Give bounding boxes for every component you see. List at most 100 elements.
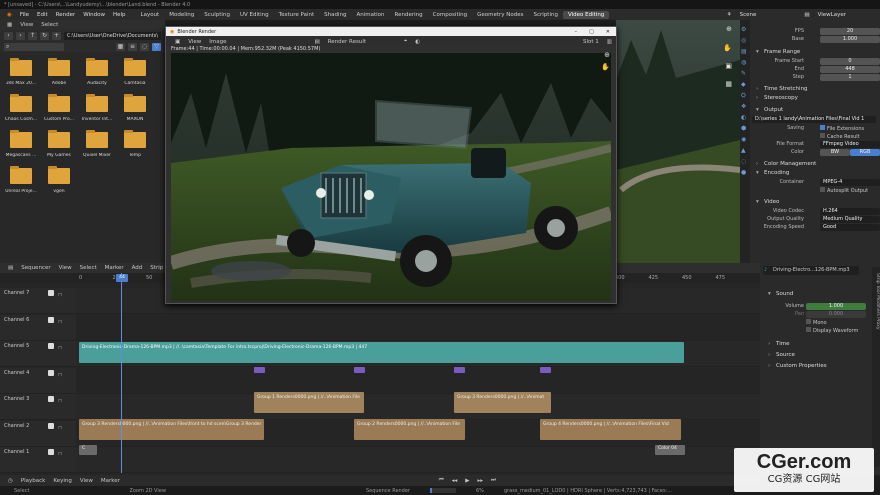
lock-icon[interactable]: ⊓ xyxy=(58,449,62,459)
encoding-speed-select[interactable]: Good xyxy=(820,224,880,231)
tab-scripting[interactable]: Scripting xyxy=(529,11,563,19)
time-stretching-section[interactable]: Time Stretching xyxy=(752,86,880,95)
meta-marker-strip[interactable] xyxy=(254,367,265,373)
playhead-line[interactable] xyxy=(121,273,122,473)
hand-pan-icon[interactable]: ✋ xyxy=(723,44,732,52)
jump-end-icon[interactable]: ⏭ xyxy=(487,477,500,484)
display-waveform-checkbox[interactable]: Display Waveform xyxy=(806,327,858,334)
tab-layout[interactable]: Layout xyxy=(136,11,165,19)
tab-texture-paint[interactable]: Texture Paint xyxy=(274,11,320,19)
channel-mute-checkbox[interactable] xyxy=(48,316,54,323)
scene-selector[interactable]: Scene xyxy=(736,12,761,18)
color-strip[interactable]: C xyxy=(79,445,97,455)
frame-start-field[interactable]: 0 xyxy=(820,58,880,65)
video-codec-select[interactable]: H.264 xyxy=(820,208,880,215)
prev-key-icon[interactable]: ◂◂ xyxy=(448,478,462,484)
refresh-icon[interactable]: ↻ xyxy=(40,31,49,40)
zoom-icon[interactable]: ⊕ xyxy=(726,25,732,33)
color-rgb-button[interactable]: RGB xyxy=(850,149,880,156)
channel-mute-checkbox[interactable] xyxy=(48,369,54,376)
channel-row[interactable]: Channel 1 ⊓ xyxy=(0,447,76,473)
sort-icon[interactable]: ≡ xyxy=(128,42,137,51)
back-icon[interactable]: ‹ xyxy=(4,31,13,40)
folder-item[interactable]: My Games xyxy=(40,130,78,158)
color-management-section[interactable]: Color Management xyxy=(752,161,880,170)
folder-item[interactable]: Audacity xyxy=(78,58,116,86)
pin-icon[interactable]: ⌖ xyxy=(400,38,411,45)
menu-window[interactable]: Window xyxy=(79,12,109,18)
menu-help[interactable]: Help xyxy=(109,12,130,18)
channel-mute-checkbox[interactable] xyxy=(48,449,54,455)
timeline-menu-marker[interactable]: Marker xyxy=(97,478,124,484)
tab-compositing[interactable]: Compositing xyxy=(428,11,472,19)
lock-icon[interactable]: ⊓ xyxy=(58,290,62,300)
volume-field[interactable]: 1.000 xyxy=(806,303,866,310)
channel-mute-checkbox[interactable] xyxy=(48,290,54,296)
strip-name-field[interactable]: Driving-Electro...126-BPM.mp3 xyxy=(763,266,859,275)
properties-tab-icons[interactable]: ⚙ ◎ ▤ ◍ ✎ ◆ ⛭ ❖ ◐ ⬢ ◉ ▲ ◌ ● xyxy=(740,20,750,182)
custom-properties-section[interactable]: Custom Properties xyxy=(764,363,870,372)
folder-item[interactable]: Adobe xyxy=(40,58,78,86)
encoding-section[interactable]: Encoding xyxy=(752,170,880,179)
view-layer-icon-small[interactable]: ▥ xyxy=(603,39,616,45)
channel-mute-checkbox[interactable] xyxy=(48,396,54,402)
folder-item[interactable]: vgen xyxy=(40,166,78,194)
folder-item[interactable]: Unreal Proje... xyxy=(2,166,40,194)
timeline-menu-view[interactable]: View xyxy=(76,478,97,484)
sound-section[interactable]: Sound xyxy=(764,291,870,300)
channel-row[interactable]: Channel 7 ⊓ xyxy=(0,288,76,314)
zoom-icon[interactable]: ⊕ xyxy=(604,51,610,59)
meta-marker-strip[interactable] xyxy=(454,367,465,373)
channel-row[interactable]: Channel 4 ⊓ xyxy=(0,367,76,394)
fb-menu-view[interactable]: View xyxy=(16,22,37,28)
tab-animation[interactable]: Animation xyxy=(351,11,389,19)
channel-mute-checkbox[interactable] xyxy=(48,343,54,349)
seq-menu-select[interactable]: Select xyxy=(76,265,101,271)
tab-video-editing[interactable]: Video Editing xyxy=(562,10,610,19)
channel-row[interactable]: Channel 2 ⊓ xyxy=(0,420,76,447)
stereoscopy-section[interactable]: Stereoscopy xyxy=(752,95,880,104)
tab-modeling[interactable]: Modeling xyxy=(164,11,199,19)
pan-field[interactable]: 0.000 xyxy=(806,311,866,318)
folder-item[interactable]: Inventor Int... xyxy=(78,94,116,122)
mono-checkbox[interactable]: Mono xyxy=(806,319,827,326)
base-field[interactable]: 1.000 xyxy=(820,36,880,43)
folder-item[interactable]: Chaos Cosm... xyxy=(2,94,40,122)
next-key-icon[interactable]: ▸▸ xyxy=(474,478,488,484)
color-strip[interactable]: Color 04 xyxy=(655,445,685,455)
render-result-select[interactable]: Render Result xyxy=(324,39,370,45)
editor-type-icon[interactable]: ▦ xyxy=(3,22,16,28)
search-input[interactable]: ⌕ xyxy=(4,42,64,51)
tab-uv-editing[interactable]: UV Editing xyxy=(235,11,274,19)
sidebar-tabs[interactable]: Strip Tool Modifiers Proxy xyxy=(872,267,880,467)
viewport-3d[interactable]: ⊕ ✋ ▣ ▦ xyxy=(616,20,741,263)
img-menu-view[interactable]: View xyxy=(184,39,205,45)
folder-item[interactable]: 3ds Max 20... xyxy=(2,58,40,86)
folder-item[interactable]: Camtasia xyxy=(116,58,154,86)
sequencer-mode-select[interactable]: Sequencer xyxy=(17,265,54,271)
camera-icon[interactable]: ▣ xyxy=(725,62,732,70)
slot-select[interactable]: Slot 1 xyxy=(579,39,603,45)
image-strip[interactable]: Group 3 Renders0000.png | //..\Animation… xyxy=(79,419,264,440)
menu-render[interactable]: Render xyxy=(52,12,80,18)
audio-strip[interactable]: Driving-Electronic-Drama-126-BPM.mp3 | /… xyxy=(79,342,684,363)
image-strip[interactable]: Group 4 Renders0000.png | //..\Animation… xyxy=(540,419,681,440)
channel-row[interactable]: Channel 6 ⊓ xyxy=(0,314,76,341)
frame-end-field[interactable]: 448 xyxy=(820,66,880,73)
timeline-menu-keying[interactable]: Keying xyxy=(49,478,75,484)
frame-step-field[interactable]: 1 xyxy=(820,74,880,81)
tab-geometry-nodes[interactable]: Geometry Nodes xyxy=(472,11,528,19)
tab-sculpting[interactable]: Sculpting xyxy=(199,11,235,19)
channel-track[interactable] xyxy=(76,367,760,394)
meta-marker-strip[interactable] xyxy=(354,367,365,373)
color-bw-button[interactable]: BW xyxy=(820,149,850,156)
channel-row[interactable]: Channel 3 ⊓ xyxy=(0,394,76,420)
autosplit-checkbox[interactable]: Autosplit Output xyxy=(820,187,868,194)
menu-edit[interactable]: Edit xyxy=(33,12,52,18)
file-format-select[interactable]: FFmpeg Video xyxy=(820,141,880,148)
lock-icon[interactable]: ⊓ xyxy=(58,396,62,406)
fps-field[interactable]: 20 xyxy=(820,28,880,35)
filter-icon[interactable]: ▽ xyxy=(152,42,161,51)
time-section[interactable]: Time xyxy=(764,341,870,350)
lock-icon[interactable]: ⊓ xyxy=(58,343,62,353)
